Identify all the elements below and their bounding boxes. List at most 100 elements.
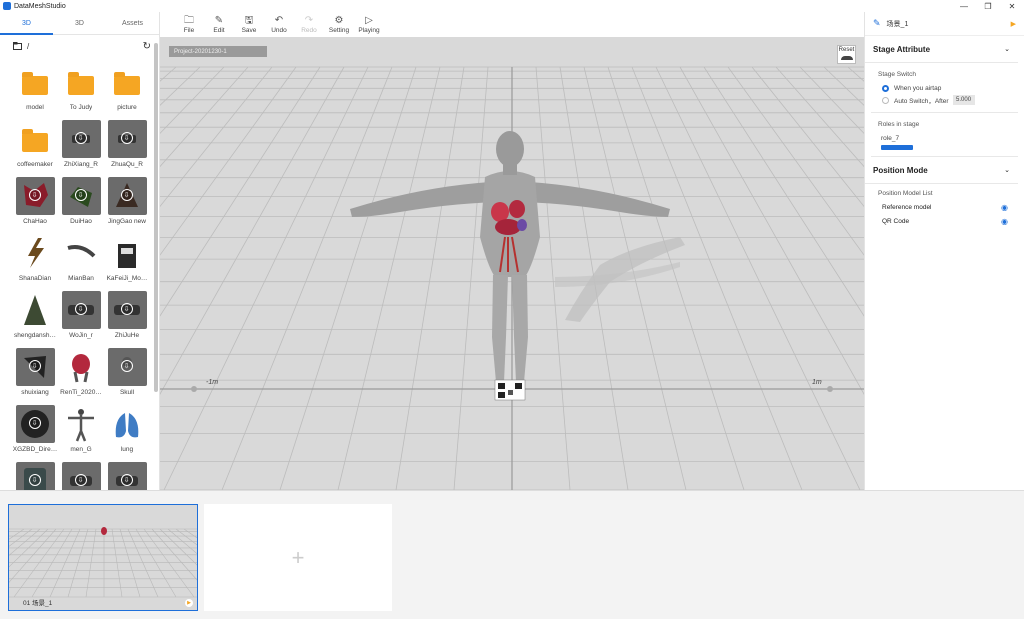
reset-label: Reset [838,47,855,53]
model-thumbnail: ⇩ [107,177,147,215]
position-model-list-title: Position Model List [878,190,933,197]
model-thumbnail: ⇩ [61,291,101,329]
play-icon[interactable]: ▶ [185,599,193,607]
download-icon[interactable]: ⇩ [74,189,87,201]
download-icon[interactable]: ⇩ [28,360,41,372]
download-icon[interactable]: ⇩ [28,189,41,201]
eye-icon[interactable]: ◉ [1001,217,1008,226]
tab-assets[interactable]: Assets [106,12,159,34]
folder-path-icon[interactable] [13,42,22,50]
asset-item[interactable]: ⇩ ChaHao [12,177,58,227]
asset-item[interactable]: ⇩ Skull [104,348,150,398]
3d-viewport[interactable]: Project-20201230-1 Reset -1m 1m [160,37,864,490]
gear-icon: ⚙ [334,14,344,26]
position-model-qr[interactable]: QR Code ◉ [865,214,1024,228]
playing-button[interactable]: ▷ Playing [354,12,384,37]
path-bar: / ↻ [0,35,159,57]
asset-item[interactable]: ⇩ ZhiJuHe [104,291,150,341]
roles-in-stage-title: Roles in stage [878,121,920,128]
asset-label: JingGao new [108,218,146,225]
minimize-button[interactable]: — [952,0,976,12]
folder-icon [16,63,55,101]
scene-header: ✎ 场景_1 ▶ [865,12,1024,36]
human-body-model[interactable] [160,37,864,490]
file-button[interactable]: 🗀 File [174,12,204,37]
asset-item[interactable]: MianBan [58,234,104,284]
asset-item[interactable]: picture [104,63,150,113]
asset-item[interactable]: ⇩ [12,462,58,490]
asset-label: shengdansh… [14,332,56,339]
download-icon[interactable]: ⇩ [74,132,87,144]
radio-checked-icon [882,84,889,92]
setting-button[interactable]: ⚙ Setting [324,12,354,37]
refresh-icon[interactable]: ↻ [143,41,151,52]
redo-icon: ↷ [304,14,314,26]
when-airtap-label: When you airtap [894,84,942,92]
save-button[interactable]: 🖫 Save [234,12,264,37]
asset-item[interactable]: ⇩ ZhuaQu_R [104,120,150,170]
asset-item[interactable]: model [12,63,58,113]
undo-label: Undo [271,26,287,34]
play-icon[interactable]: ▶ [1011,20,1016,28]
redo-button[interactable]: ↷ Redo [294,12,324,37]
model-thumbnail: ⇩ [15,177,55,215]
asset-item[interactable]: ⇩ WoJin_r [58,291,104,341]
model-thumbnail: ⇩ [15,462,55,490]
setting-label: Setting [328,26,350,34]
download-icon[interactable]: ⇩ [28,417,41,429]
close-button[interactable]: ✕ [1000,0,1024,12]
current-path: / [27,41,30,51]
asset-item[interactable]: ⇩ shuixiang [12,348,58,398]
position-mode-header[interactable]: Position Mode ⌄ [865,157,1018,184]
scene-card[interactable]: 01 场景_1 ▶ [8,504,198,611]
asset-grid: model To Judy picture coffeemaker ⇩ ZhiXiang_… [12,63,154,490]
camera-reset-icon [840,56,853,60]
asset-item[interactable]: ⇩ XGZBD_Dire… [12,405,58,455]
role-item[interactable]: role_7 [881,135,1008,150]
download-icon[interactable]: ⇩ [120,360,133,372]
scene-name[interactable]: 场景_1 [887,19,909,29]
maximize-button[interactable]: ❐ [976,0,1000,12]
asset-item[interactable]: ⇩ DuiHao [58,177,104,227]
radio-when-airtap[interactable]: When you airtap [865,82,1024,94]
asset-item[interactable]: lung [104,405,150,455]
add-scene-card[interactable]: + [204,504,392,611]
download-icon[interactable]: ⇩ [120,189,133,201]
asset-item[interactable]: RenTi_2020… [58,348,104,398]
asset-item[interactable]: ShanaDian [12,234,58,284]
download-icon[interactable]: ⇩ [120,132,133,144]
asset-item[interactable]: To Judy [58,63,104,113]
position-model-reference[interactable]: Reference model ◉ [865,200,1024,214]
download-icon[interactable]: ⇩ [120,474,133,486]
auto-switch-seconds-input[interactable]: 5.000 [952,95,975,105]
edit-label: Edit [213,26,225,34]
download-icon[interactable]: ⇩ [28,474,41,486]
folder-icon [62,63,101,101]
asset-item[interactable]: KaFeiJi_Mo… [104,234,150,284]
axis-label-left: -1m [206,379,219,386]
asset-item[interactable]: ⇩ [104,462,150,490]
radio-auto-switch[interactable]: Auto Switch，After 5.000 [865,94,1024,106]
asset-item[interactable]: ⇩ ZhiXiang_R [58,120,104,170]
asset-item[interactable]: ⇩ [58,462,104,490]
folder-icon [16,120,55,158]
add-icon: + [291,544,305,570]
asset-item[interactable]: shengdansh… [12,291,58,341]
download-icon[interactable]: ⇩ [74,474,87,486]
pencil-icon[interactable]: ✎ [873,18,881,29]
asset-label: ShanaDian [18,275,52,282]
download-icon[interactable]: ⇩ [74,303,87,315]
tab-3d-cloud[interactable]: 3D [53,12,106,34]
reset-view-button[interactable]: Reset [837,45,856,64]
asset-scrollbar[interactable] [154,43,158,392]
asset-item[interactable]: ⇩ JingGao new [104,177,150,227]
edit-button[interactable]: ✎ Edit [204,12,234,37]
asset-item[interactable]: coffeemaker [12,120,58,170]
asset-label: DuiHao [70,218,92,225]
undo-button[interactable]: ↶ Undo [264,12,294,37]
download-icon[interactable]: ⇩ [120,303,133,315]
stage-attribute-header[interactable]: Stage Attribute ⌄ [865,36,1018,63]
asset-item[interactable]: men_G [58,405,104,455]
tab-3d-local[interactable]: 3D [0,12,53,35]
eye-icon[interactable]: ◉ [1001,203,1008,212]
